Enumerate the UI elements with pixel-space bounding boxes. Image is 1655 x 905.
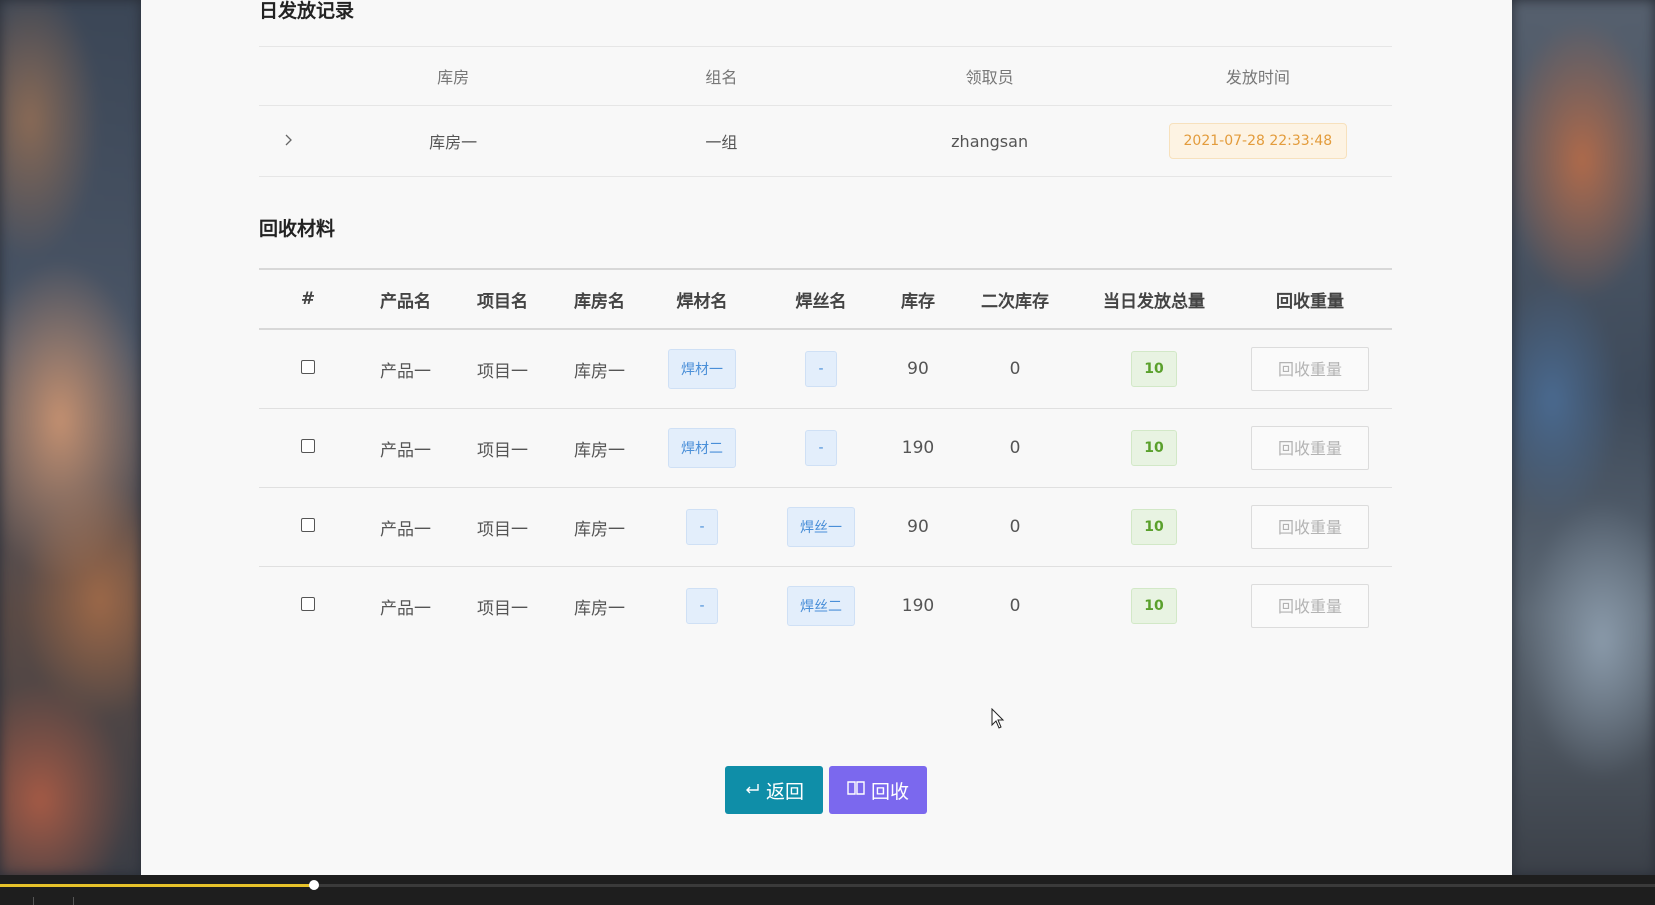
cell-second-stock: 0 xyxy=(1009,596,1021,616)
row-checkbox[interactable] xyxy=(301,360,315,374)
issue-table-header: 库房 组名 领取员 发放时间 xyxy=(259,46,1392,106)
material-tag: 焊材一 xyxy=(668,349,736,389)
table-row: 库房一 一组 zhangsan 2021-07-28 22:33:48 xyxy=(259,106,1392,177)
header-second-stock: 二次库存 xyxy=(981,291,1049,312)
table-row: 产品一 项目一 库房一 焊材一 - 90 0 10 xyxy=(259,330,1392,409)
return-icon xyxy=(744,779,760,801)
recycle-button-label: 回收 xyxy=(870,780,909,803)
wire-tag: 焊丝一 xyxy=(787,507,855,547)
cell-stock: 190 xyxy=(901,596,935,616)
cell-receiver: zhangsan xyxy=(951,131,1029,151)
recycle-section-title: 回收材料 xyxy=(259,218,336,240)
table-row: 产品一 项目一 库房一 焊材二 - 190 0 10 xyxy=(259,409,1392,488)
cell-second-stock: 0 xyxy=(1009,517,1021,537)
daily-total-tag: 10 xyxy=(1131,430,1177,466)
header-warehouse-name: 库房名 xyxy=(574,291,625,312)
material-tag: 焊材二 xyxy=(668,428,736,468)
row-checkbox[interactable] xyxy=(301,518,315,532)
progress-fill xyxy=(0,884,315,887)
cell-warehouse: 库房一 xyxy=(429,133,478,152)
daily-total-tag: 10 xyxy=(1131,351,1177,387)
header-material: 焊材名 xyxy=(676,291,728,312)
issue-section-title: 日发放记录 xyxy=(259,0,355,22)
background-right xyxy=(1512,0,1655,875)
cell-product: 产品一 xyxy=(380,519,431,540)
cell-project: 项目一 xyxy=(477,598,528,619)
header-index: # xyxy=(300,289,316,309)
recycle-weight-input[interactable] xyxy=(1251,584,1369,628)
header-group: 组名 xyxy=(705,68,738,87)
video-player-bar xyxy=(0,875,1655,905)
cell-project: 项目一 xyxy=(477,519,528,540)
book-icon xyxy=(847,779,865,801)
recycle-table-header: # 产品名 项目名 库房名 焊材名 焊丝名 库存 二次库存 当日发放总量 回收重… xyxy=(259,268,1392,330)
cell-second-stock: 0 xyxy=(1009,359,1021,379)
cell-product: 产品一 xyxy=(380,361,431,382)
daily-total-tag: 10 xyxy=(1131,588,1177,624)
cell-group: 一组 xyxy=(705,133,738,152)
issue-record-table: 库房 组名 领取员 发放时间 库房一 一组 zhangsan 2021-07-2… xyxy=(259,46,1392,177)
header-wire: 焊丝名 xyxy=(795,291,847,312)
header-product: 产品名 xyxy=(380,291,431,312)
chevron-right-icon[interactable] xyxy=(259,131,319,152)
header-recycle-weight: 回收重量 xyxy=(1276,291,1344,312)
header-receiver: 领取员 xyxy=(965,68,1014,87)
recycle-weight-input[interactable] xyxy=(1251,505,1369,549)
cell-stock: 90 xyxy=(907,517,929,537)
recycle-weight-input[interactable] xyxy=(1251,347,1369,391)
header-project: 项目名 xyxy=(477,291,528,312)
material-tag: - xyxy=(686,509,718,545)
progress-handle[interactable] xyxy=(309,880,320,890)
cell-stock: 190 xyxy=(901,438,935,458)
cell-product: 产品一 xyxy=(380,598,431,619)
row-checkbox[interactable] xyxy=(301,597,315,611)
cell-second-stock: 0 xyxy=(1009,438,1021,458)
header-warehouse: 库房 xyxy=(437,68,470,87)
cell-product: 产品一 xyxy=(380,440,431,461)
cell-warehouse: 库房一 xyxy=(574,598,625,619)
material-tag: - xyxy=(686,588,718,624)
background-left xyxy=(0,0,141,875)
cell-warehouse: 库房一 xyxy=(574,440,625,461)
cell-warehouse: 库房一 xyxy=(574,361,625,382)
wire-tag: - xyxy=(805,351,837,387)
table-row: 产品一 项目一 库房一 - 焊丝一 90 0 10 xyxy=(259,488,1392,567)
daily-total-tag: 10 xyxy=(1131,509,1177,545)
cell-project: 项目一 xyxy=(477,440,528,461)
header-daily-total: 当日发放总量 xyxy=(1103,291,1205,312)
recycle-button[interactable]: 回收 xyxy=(829,766,927,814)
recycle-weight-input[interactable] xyxy=(1251,426,1369,470)
cell-project: 项目一 xyxy=(477,361,528,382)
cell-stock: 90 xyxy=(907,359,929,379)
row-checkbox[interactable] xyxy=(301,439,315,453)
table-row: 产品一 项目一 库房一 - 焊丝二 190 0 10 xyxy=(259,567,1392,645)
cell-warehouse: 库房一 xyxy=(574,519,625,540)
issue-time-tag: 2021-07-28 22:33:48 xyxy=(1168,123,1348,159)
back-button[interactable]: 返回 xyxy=(725,766,823,814)
header-stock: 库存 xyxy=(901,291,935,312)
header-issue-time: 发放时间 xyxy=(1225,68,1290,87)
back-button-label: 返回 xyxy=(765,780,804,803)
wire-tag: - xyxy=(805,430,837,466)
recycle-material-table: # 产品名 项目名 库房名 焊材名 焊丝名 库存 二次库存 当日发放总量 回收重… xyxy=(259,268,1392,645)
wire-tag: 焊丝二 xyxy=(787,586,855,626)
